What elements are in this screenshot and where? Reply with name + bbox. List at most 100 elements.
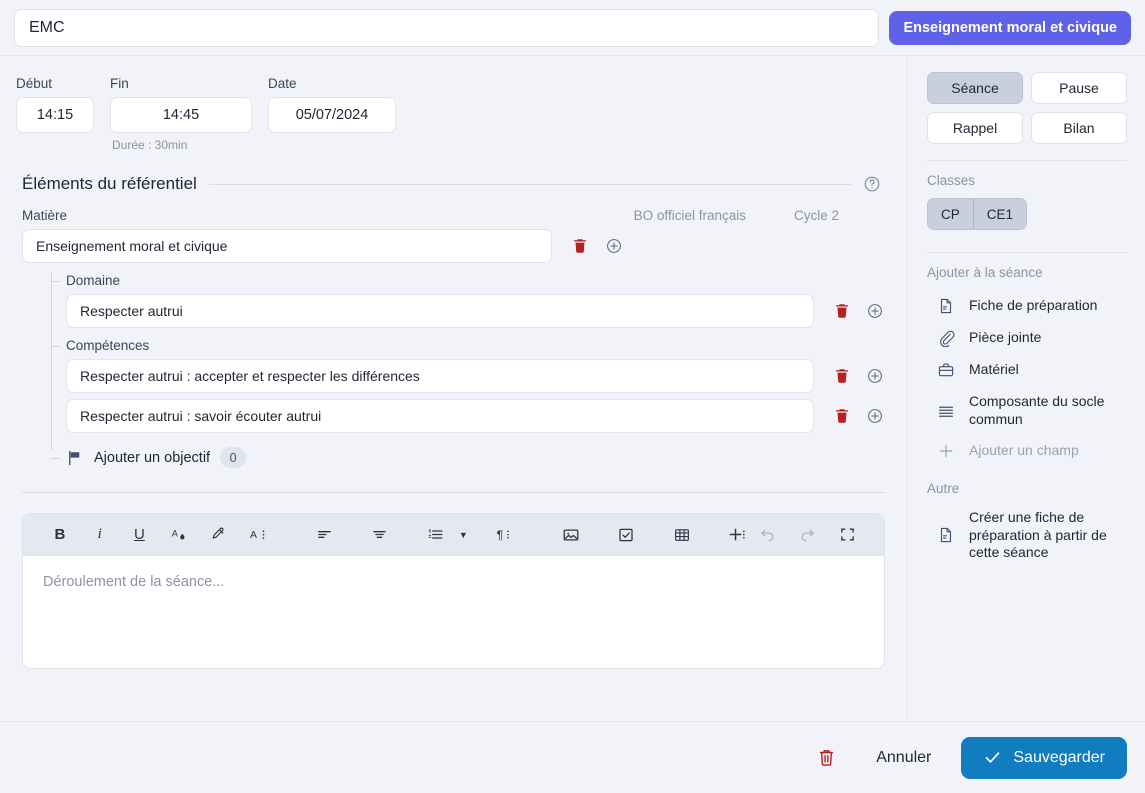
save-button-label: Sauvegarder xyxy=(1013,748,1105,766)
domaine-add-button[interactable] xyxy=(858,294,891,328)
insert-table-button[interactable] xyxy=(667,520,697,550)
referential-source-label: BO officiel français xyxy=(633,208,746,223)
fullscreen-button[interactable] xyxy=(832,520,862,550)
referentiel-tree: Domaine Respecter autrui Compétences Res… xyxy=(51,273,891,468)
referentiel-section-header: Éléments du référentiel xyxy=(16,174,891,194)
sidebar-item-ajouter-un-champ[interactable]: Ajouter un champ xyxy=(927,435,1127,467)
image-icon xyxy=(562,526,580,544)
competence-delete-button-1[interactable] xyxy=(825,359,858,393)
competence-input-2[interactable]: Respecter autrui : savoir écouter autrui xyxy=(66,399,815,433)
competence-add-button-1[interactable] xyxy=(858,359,891,393)
align-center-icon xyxy=(371,526,388,543)
sidebar-item-label: Fiche de préparation xyxy=(969,297,1098,314)
underline-button[interactable]: U xyxy=(125,520,155,550)
add-to-session-list: Fiche de préparation Pièce jointe Matéri… xyxy=(927,290,1127,467)
class-ce1-button[interactable]: CE1 xyxy=(972,199,1027,229)
type-pause-button[interactable]: Pause xyxy=(1031,72,1127,104)
sidebar-divider-1 xyxy=(927,160,1127,161)
briefcase-icon xyxy=(937,361,955,379)
objectif-count-badge: 0 xyxy=(220,447,247,468)
ordered-list-button[interactable] xyxy=(421,520,451,550)
sidebar-item-composante-socle-commun[interactable]: Composante du socle commun xyxy=(927,386,1127,435)
redo-icon xyxy=(798,526,816,544)
sidebar-item-fiche-de-preparation[interactable]: Fiche de préparation xyxy=(927,290,1127,322)
plus-icon xyxy=(937,442,955,460)
type-seance-button[interactable]: Séance xyxy=(927,72,1023,104)
sidebar-item-label: Créer une fiche de préparation à partir … xyxy=(969,509,1107,560)
duration-text: Durée : 30min xyxy=(112,138,188,152)
competence-row: Respecter autrui : savoir écouter autrui xyxy=(66,399,891,433)
matiere-add-button[interactable] xyxy=(597,229,631,263)
class-cp-button[interactable]: CP xyxy=(928,199,973,229)
date-field: Date 05/07/2024 xyxy=(268,76,396,152)
classes-toggle-group: CP CE1 xyxy=(927,198,1028,230)
bold-button[interactable]: B xyxy=(45,520,75,550)
competence-add-button-2[interactable] xyxy=(858,399,891,433)
trash-icon xyxy=(833,302,851,320)
document-icon xyxy=(937,526,955,544)
add-to-session-label: Ajouter à la séance xyxy=(927,265,1043,280)
add-objectif-label: Ajouter un objectif xyxy=(94,449,211,466)
start-label: Début xyxy=(16,76,53,91)
lines-icon xyxy=(937,402,955,420)
font-size-icon: A xyxy=(250,526,268,544)
paperclip-icon xyxy=(937,329,955,347)
subject-badge[interactable]: Enseignement moral et civique xyxy=(889,10,1131,45)
text-color-button[interactable]: A xyxy=(164,520,194,550)
insert-checkbox-button[interactable] xyxy=(611,520,641,550)
plus-circle-icon xyxy=(866,407,884,425)
type-rappel-button[interactable]: Rappel xyxy=(927,112,1023,144)
editor-placeholder[interactable]: Déroulement de la séance... xyxy=(23,556,884,608)
paragraph-button[interactable]: ¶ xyxy=(490,520,520,550)
highlight-button[interactable] xyxy=(204,520,234,550)
matiere-delete-button[interactable] xyxy=(563,229,597,263)
session-title-input[interactable] xyxy=(14,8,880,47)
plus-circle-icon xyxy=(605,237,623,255)
align-left-icon xyxy=(316,526,333,543)
save-button[interactable]: Sauvegarder xyxy=(961,736,1127,779)
editor-divider xyxy=(22,492,885,493)
plus-circle-icon xyxy=(866,302,884,320)
add-objectif-row[interactable]: Ajouter un objectif 0 xyxy=(51,447,891,468)
svg-text:¶: ¶ xyxy=(497,527,503,541)
insert-more-button[interactable] xyxy=(723,520,753,550)
redo-button[interactable] xyxy=(792,520,822,550)
date-input[interactable]: 05/07/2024 xyxy=(268,97,396,133)
main-panel: Début 14:15 Fin 14:45 Durée : 30min Date… xyxy=(0,56,908,720)
domaine-input[interactable]: Respecter autrui xyxy=(66,294,815,328)
delete-session-button[interactable] xyxy=(806,738,846,778)
sidebar-item-label: Matériel xyxy=(969,361,1019,378)
lesson-content-editor: B i U A A ▼ ¶ Déroulement de la séance..… xyxy=(22,513,885,669)
sidebar-item-label: Composante du socle commun xyxy=(969,393,1105,427)
undo-button[interactable] xyxy=(753,520,783,550)
competence-row: Respecter autrui : accepter et respecter… xyxy=(66,359,891,393)
sidebar-item-materiel[interactable]: Matériel xyxy=(927,354,1127,386)
highlighter-icon xyxy=(210,526,227,543)
sidebar-item-piece-jointe[interactable]: Pièce jointe xyxy=(927,322,1127,354)
classes-label: Classes xyxy=(927,173,976,188)
align-left-button[interactable] xyxy=(309,520,339,550)
domaine-row: Respecter autrui xyxy=(66,294,891,328)
italic-button[interactable]: i xyxy=(85,520,115,550)
start-time-input[interactable]: 14:15 xyxy=(16,97,94,133)
undo-icon xyxy=(759,526,777,544)
matiere-input[interactable]: Enseignement moral et civique xyxy=(22,229,552,263)
competence-delete-button-2[interactable] xyxy=(825,399,858,433)
matiere-label: Matière xyxy=(22,208,68,223)
list-dropdown-caret[interactable]: ▼ xyxy=(450,520,480,550)
date-label: Date xyxy=(268,76,297,91)
cancel-button[interactable]: Annuler xyxy=(854,737,953,779)
sidebar-item-label: Pièce jointe xyxy=(969,329,1042,346)
trash-icon xyxy=(833,407,851,425)
end-label: Fin xyxy=(110,76,129,91)
competence-input-1[interactable]: Respecter autrui : accepter et respecter… xyxy=(66,359,815,393)
sidebar-item-creer-fiche-preparation[interactable]: Créer une fiche de préparation à partir … xyxy=(927,502,1127,569)
type-bilan-button[interactable]: Bilan xyxy=(1031,112,1127,144)
insert-image-button[interactable] xyxy=(556,520,586,550)
question-circle-icon[interactable] xyxy=(863,175,881,193)
domaine-delete-button[interactable] xyxy=(825,294,858,328)
font-size-button[interactable]: A xyxy=(244,520,274,550)
end-time-input[interactable]: 14:45 xyxy=(110,97,252,133)
competences-label: Compétences xyxy=(51,338,891,353)
align-center-button[interactable] xyxy=(365,520,395,550)
